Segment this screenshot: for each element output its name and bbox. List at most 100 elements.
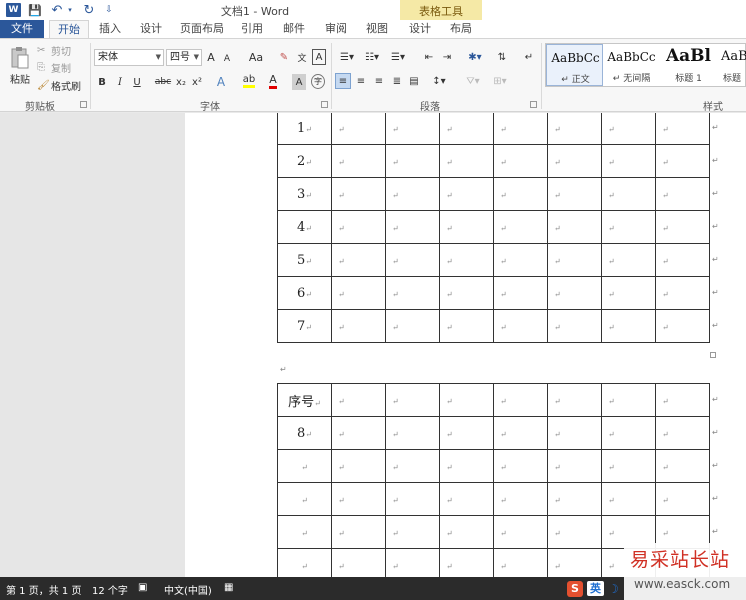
table-cell-number[interactable]: 8↵ [277,416,332,450]
table-cell[interactable]: ↵ [439,383,494,417]
table-cell[interactable]: ↵ [439,113,494,145]
align-left-icon[interactable]: ≡ [335,73,351,89]
customize-toolbar-icon[interactable]: ⇩ [104,2,114,18]
table-cell[interactable]: ↵ [331,548,386,577]
show-marks-icon[interactable]: ↵ [521,49,537,66]
undo-dropdown-icon[interactable]: ▾ [66,2,74,18]
justify-icon[interactable]: ≣ [389,73,405,89]
table-cell[interactable]: ↵ [331,276,386,310]
multilevel-list-icon[interactable]: ☰▾ [386,49,410,66]
table-cell[interactable]: ↵ [547,515,602,549]
table-cell[interactable]: ↵ [493,210,548,244]
document-page[interactable]: 1↵ ↵ ↵ ↵ ↵ ↵ ↵ ↵ 2↵ ↵ ↵ ↵ ↵ ↵ ↵ ↵ 3↵ ↵ ↵ ↵ ↵ ↵ ↵ ↵ 4↵ ↵ ↵ ↵ ↵ ↵ ↵ ↵ 5↵ ↵ ↵… [185,113,746,577]
table-cell[interactable]: ↵ [385,177,440,211]
table-cell[interactable]: ↵ [547,383,602,417]
table-cell[interactable]: ↵ [547,482,602,516]
sogou-ime-icon[interactable]: S [567,580,583,597]
table-cell[interactable]: ↵ [655,309,710,343]
ime-toolbar[interactable]: S 英 ☽ [567,580,619,597]
table-cell[interactable]: ↵ [385,482,440,516]
undo-icon[interactable]: ↶ [50,2,64,18]
table-cell[interactable]: ↵ [331,309,386,343]
table-cell[interactable]: ↵ [385,548,440,577]
table-cell-number[interactable]: 7↵ [277,309,332,343]
table-1[interactable]: 1↵ ↵ ↵ ↵ ↵ ↵ ↵ ↵ 2↵ ↵ ↵ ↵ ↵ ↵ ↵ ↵ 3↵ ↵ ↵ ↵ ↵ ↵ ↵ ↵ 4↵ ↵ ↵ ↵ ↵ ↵ ↵ ↵ 5↵ ↵ ↵… [277,113,710,343]
table-cell[interactable]: ↵ [331,515,386,549]
table-cell[interactable]: ↵ [331,383,386,417]
table-cell[interactable]: ↵ [493,383,548,417]
table-cell-number[interactable]: 3↵ [277,177,332,211]
table-cell-number[interactable]: ↵ [277,449,332,483]
table-cell[interactable]: ↵ [439,309,494,343]
tab-mailings[interactable]: 邮件 [276,20,312,38]
redo-icon[interactable]: ↻ [82,2,96,18]
table-cell[interactable]: ↵ [493,548,548,577]
table-cell[interactable]: ↵ [493,482,548,516]
table-cell-number[interactable]: ↵ [277,515,332,549]
tab-page-layout[interactable]: 页面布局 [174,20,230,38]
table-cell[interactable]: ↵ [655,113,710,145]
table-cell[interactable]: ↵ [385,276,440,310]
table-cell[interactable]: ↵ [493,515,548,549]
table-cell[interactable]: ↵ [493,276,548,310]
numbering-icon[interactable]: ☷▾ [361,49,383,66]
tab-file[interactable]: 文件 [0,20,44,38]
distributed-icon[interactable]: ▤ [406,73,422,89]
paste-button[interactable]: 粘贴 [6,71,34,86]
table-cell-number[interactable]: 1↵ [277,113,332,145]
phonetic-guide-icon[interactable]: 文 [294,49,310,66]
table-cell[interactable]: ↵ [439,482,494,516]
table-cell[interactable]: ↵ [547,309,602,343]
superscript-button[interactable]: x² [190,74,204,90]
table-cell[interactable]: ↵ [331,177,386,211]
table-cell[interactable]: ↵ [601,210,656,244]
language-indicator[interactable]: 中文(中国) [164,582,212,597]
table-cell[interactable]: ↵ [385,383,440,417]
table-cell[interactable]: ↵ [547,144,602,178]
font-color-button[interactable]: A [266,72,280,90]
table-cell[interactable]: ↵ [547,113,602,145]
font-launcher-icon[interactable] [321,101,328,108]
cut-button[interactable]: ✂ 剪切 [37,44,77,58]
decrease-indent-icon[interactable]: ⇤ [421,49,437,66]
table-cell[interactable]: ↵ [493,113,548,145]
table-cell[interactable]: ↵ [331,113,386,145]
table-cell[interactable]: ↵ [385,309,440,343]
clear-format-icon[interactable]: ✎ [276,49,292,66]
bold-button[interactable]: B [96,74,108,90]
paste-icon[interactable] [9,45,31,71]
table-cell[interactable]: ↵ [331,243,386,277]
moon-icon[interactable]: ☽ [608,582,619,596]
table-cell[interactable]: ↵ [439,449,494,483]
table-cell[interactable]: ↵ [385,416,440,450]
table-cell-number[interactable]: 2↵ [277,144,332,178]
text-effects-button[interactable]: A [214,74,228,90]
table-cell[interactable]: ↵ [601,177,656,211]
character-shading-button[interactable]: A [292,74,306,90]
table-cell-number[interactable]: ↵ [277,548,332,577]
paragraph-launcher-icon[interactable] [530,101,537,108]
table-cell[interactable]: ↵ [439,243,494,277]
style-normal[interactable]: AaBbCc ↵ 正文 [546,44,603,86]
format-painter-button[interactable]: 🖌 格式刷 [37,79,85,93]
table-cell[interactable]: ↵ [601,416,656,450]
table-cell[interactable]: ↵ [601,243,656,277]
table-cell[interactable]: ↵ [655,276,710,310]
grow-font-button[interactable]: A [204,49,218,66]
table-cell[interactable]: ↵ [439,515,494,549]
tab-review[interactable]: 审阅 [318,20,354,38]
enclose-characters-icon[interactable]: 字 [311,74,325,89]
sort-icon[interactable]: ⇅ [494,49,510,66]
table-cell[interactable]: ↵ [385,210,440,244]
table-cell-number[interactable]: 5↵ [277,243,332,277]
style-no-spacing[interactable]: AaBbCc ↵ 无间隔 [603,44,660,86]
table-cell[interactable]: ↵ [331,482,386,516]
change-case-button[interactable]: Aa [243,49,269,66]
increase-indent-icon[interactable]: ⇥ [439,49,455,66]
align-center-icon[interactable]: ≡ [353,73,369,89]
highlight-button[interactable]: ab [240,72,258,90]
bullets-icon[interactable]: ☰▾ [336,49,358,66]
table-cell[interactable]: ↵ [439,416,494,450]
table-cell[interactable]: ↵ [385,515,440,549]
table-cell[interactable]: ↵ [601,482,656,516]
